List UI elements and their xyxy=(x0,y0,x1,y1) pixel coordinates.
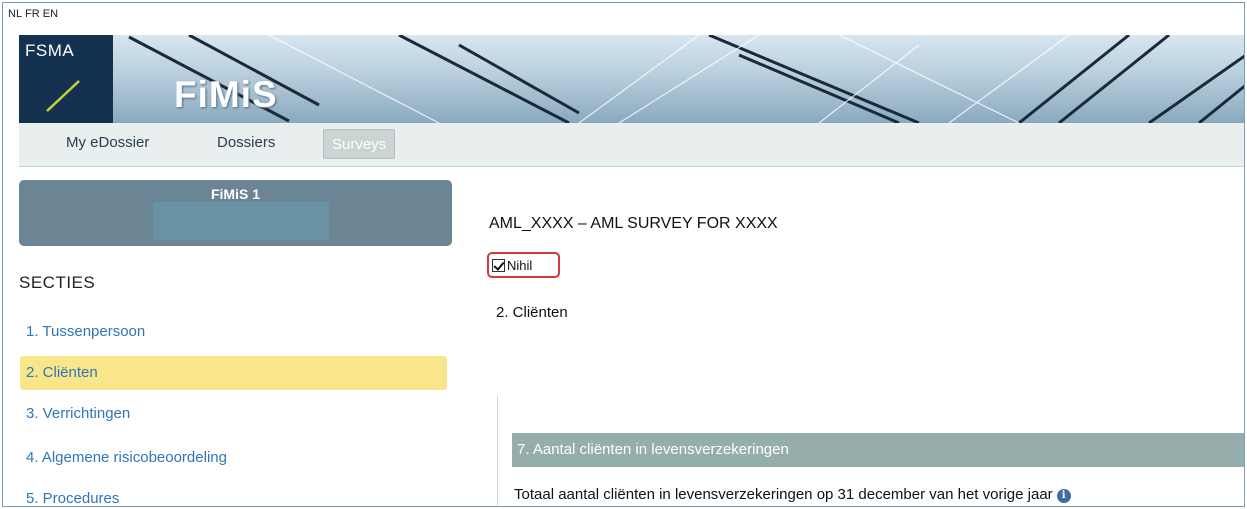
info-icon[interactable]: i xyxy=(1056,489,1071,503)
survey-card-title: FiMiS 1 xyxy=(210,186,260,202)
fsma-logo-text: FSMA xyxy=(25,41,75,60)
header-banner: FSMA FiMiS xyxy=(19,35,1244,123)
sidebar-survey-card: FiMiS 1 xyxy=(19,180,452,246)
language-switcher: NL FR EN xyxy=(8,8,58,20)
nav-dossiers[interactable]: Dossiers xyxy=(217,134,275,151)
section-item-clienten[interactable]: 2. Cliënten xyxy=(20,356,447,390)
section-item-procedures[interactable]: 5. Procedures xyxy=(20,482,447,506)
nihil-checkbox[interactable]: Nihil xyxy=(487,252,560,278)
language-nl[interactable]: NL xyxy=(8,8,22,20)
fsma-logo: FSMA xyxy=(19,35,113,123)
section-item-verrichtingen[interactable]: 3. Verrichtingen xyxy=(20,397,447,431)
nav-my-edossier[interactable]: My eDossier xyxy=(66,134,149,151)
app-frame: NL FR EN FSMA FiMiS My eDossier Dossiers… xyxy=(2,2,1245,507)
sections-heading: SECTIES xyxy=(19,273,96,292)
language-en[interactable]: EN xyxy=(43,8,58,20)
question-header: 7. Aantal cliënten in levensverzekeringe… xyxy=(512,433,1244,467)
section-item-tussenpersoon[interactable]: 1. Tussenpersoon xyxy=(20,315,447,349)
current-section-title: 2. Cliënten xyxy=(496,304,568,321)
checkbox-checked-icon[interactable] xyxy=(492,258,505,272)
logo-slash-icon xyxy=(46,80,80,112)
main-nav: My eDossier Dossiers Surveys xyxy=(19,123,1244,167)
language-fr[interactable]: FR xyxy=(25,8,40,20)
app-name: FiMiS xyxy=(174,74,278,115)
survey-card-placeholder xyxy=(153,202,329,240)
section-item-risicobeoordeling[interactable]: 4. Algemene risicobeoordeling xyxy=(20,441,447,475)
nav-surveys[interactable]: Surveys xyxy=(323,129,396,159)
question-text-row: Totaal aantal cliënten in levensverzeker… xyxy=(514,486,1071,503)
content-divider xyxy=(497,396,498,506)
nihil-label: Nihil xyxy=(507,257,533,273)
survey-title: AML_XXXX – AML SURVEY FOR XXXX xyxy=(489,215,778,232)
question-text: Totaal aantal cliënten in levensverzeker… xyxy=(514,486,1053,503)
language-bar: NL FR EN xyxy=(3,3,1244,36)
